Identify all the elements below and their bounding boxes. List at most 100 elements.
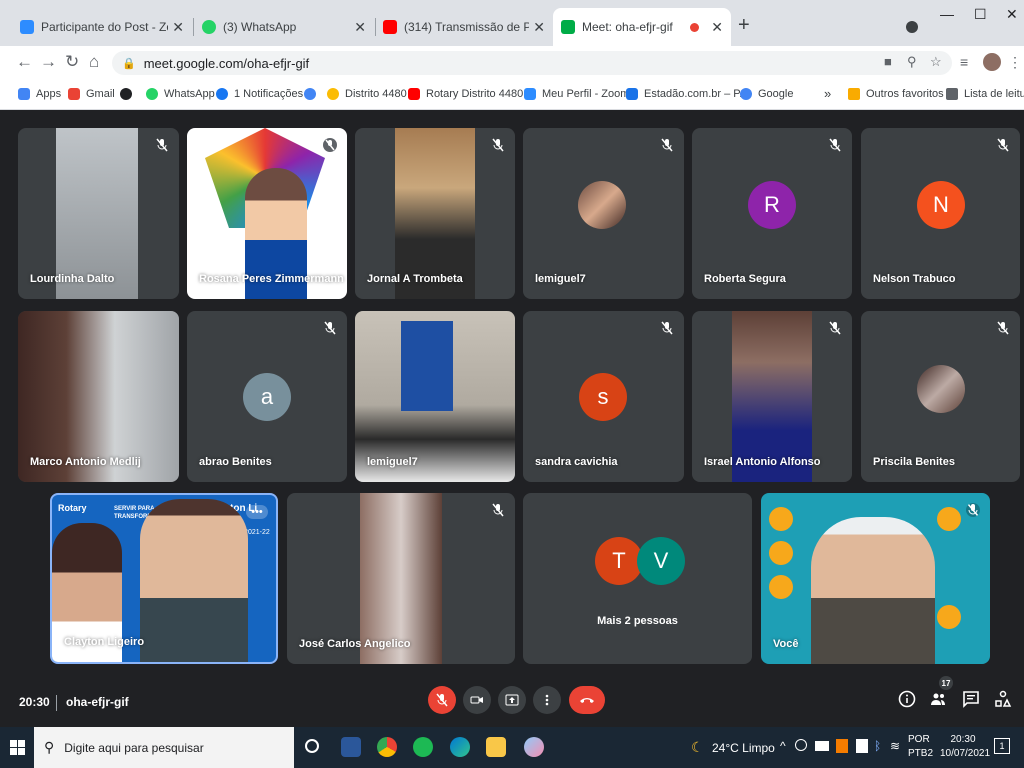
- tab-close-icon[interactable]: ✕: [533, 19, 545, 36]
- participant-tile[interactable]: Rosana Peres Zimmermann: [187, 128, 347, 299]
- tab-zoom[interactable]: Participante do Post - Zoom ✕: [12, 8, 192, 46]
- tab-youtube[interactable]: (314) Transmissão de Posse Rotar ✕: [375, 8, 553, 46]
- forward-icon[interactable]: →: [40, 52, 57, 72]
- leave-call-button[interactable]: [569, 686, 605, 714]
- participant-name: Roberta Segura: [704, 273, 786, 285]
- camera-toggle-button[interactable]: [463, 686, 491, 714]
- edge-icon[interactable]: [450, 737, 470, 757]
- participant-tile[interactable]: Israel Antonio Alfonso: [692, 311, 852, 482]
- zoom-magnifier-icon[interactable]: ⚲: [907, 54, 917, 70]
- notification-center-button[interactable]: 1: [994, 738, 1010, 754]
- bookmark-gmail[interactable]: Gmail: [68, 88, 115, 100]
- new-tab-button[interactable]: +: [738, 14, 750, 37]
- profile-avatar[interactable]: [983, 53, 1001, 71]
- language-indicator[interactable]: POR PTB2: [908, 733, 933, 761]
- mic-off-icon: [324, 321, 336, 335]
- bookmark-label: Google: [758, 88, 794, 100]
- more-options-button[interactable]: [533, 686, 561, 714]
- browser-menu-icon[interactable]: ⋮: [1008, 54, 1022, 71]
- paint-icon[interactable]: [524, 737, 544, 757]
- wifi-icon[interactable]: ≋: [890, 739, 900, 753]
- participant-tile[interactable]: José Carlos Angelico: [287, 493, 515, 664]
- close-window-icon[interactable]: ✕: [1006, 6, 1018, 23]
- rotary-wheel-icon: [769, 541, 793, 565]
- participant-tile[interactable]: lemiguel7: [523, 128, 684, 299]
- tab-close-icon[interactable]: ✕: [172, 19, 184, 36]
- mic-off-icon: [661, 138, 673, 152]
- more-people-tile[interactable]: T V Mais 2 pessoas: [523, 493, 752, 664]
- network-icon[interactable]: [856, 739, 868, 753]
- weather-text[interactable]: 24°C Limpo: [712, 741, 775, 755]
- file-explorer-icon[interactable]: [486, 737, 506, 757]
- tab-close-icon[interactable]: ✕: [354, 19, 366, 36]
- meet-icon: [561, 20, 575, 34]
- battery-icon[interactable]: [815, 741, 829, 751]
- mic-toggle-button[interactable]: [428, 686, 456, 714]
- bookmark-label: Estadão.com.br – P...: [644, 88, 749, 100]
- windows-start-icon[interactable]: [10, 740, 25, 755]
- mic-off-icon: [829, 138, 841, 152]
- tab-meet[interactable]: Meet: oha-efjr-gif ✕: [553, 8, 731, 46]
- bookmark-whatsapp[interactable]: WhatsApp: [146, 88, 215, 100]
- bookmark-facebook[interactable]: 1 Notificações: [216, 88, 303, 100]
- minimize-icon[interactable]: —: [940, 6, 954, 22]
- activities-icon[interactable]: [994, 690, 1012, 708]
- participant-tile[interactable]: R Roberta Segura: [692, 128, 852, 299]
- word-icon[interactable]: [341, 737, 361, 757]
- taskbar-clock[interactable]: 20:30 10/07/2021: [940, 733, 990, 761]
- tray-app-icon[interactable]: [795, 739, 807, 751]
- self-view-tile[interactable]: Você: [761, 493, 990, 664]
- tab-whatsapp[interactable]: (3) WhatsApp ✕: [194, 8, 374, 46]
- maximize-icon[interactable]: ☐: [974, 6, 987, 23]
- taskbar-search-box[interactable]: ⚲ Digite aqui para pesquisar: [34, 727, 294, 768]
- reading-list-icon[interactable]: ≡: [960, 54, 968, 70]
- tab-search-icon[interactable]: [906, 21, 918, 33]
- bookmark-rotary-youtube[interactable]: Rotary Distrito 4480...: [408, 88, 532, 100]
- bookmark-globe[interactable]: [120, 88, 138, 100]
- home-icon[interactable]: ⌂: [89, 52, 99, 72]
- zoom-icon: [524, 88, 536, 100]
- present-screen-button[interactable]: [498, 686, 526, 714]
- bluetooth-icon[interactable]: ᛒ: [874, 739, 881, 753]
- participant-avatar: [578, 181, 626, 229]
- participant-tile[interactable]: lemiguel7: [355, 311, 515, 482]
- participant-name: lemiguel7: [367, 456, 418, 468]
- chrome-icon[interactable]: [377, 737, 397, 757]
- mic-off-icon: [966, 503, 980, 517]
- bookmark-other-favorites[interactable]: Outros favoritos: [848, 88, 944, 100]
- spotify-icon[interactable]: [413, 737, 433, 757]
- bookmarks-overflow-button[interactable]: »: [824, 86, 831, 101]
- chat-icon[interactable]: [962, 690, 980, 708]
- participant-tile[interactable]: s sandra cavichia: [523, 311, 684, 482]
- participant-tile[interactable]: Marco Antonio Medlij: [18, 311, 179, 482]
- bookmark-google-g[interactable]: [304, 88, 322, 100]
- bookmark-google[interactable]: Google: [740, 88, 793, 100]
- more-options-icon[interactable]: •••: [246, 505, 268, 519]
- participant-tile[interactable]: Priscila Benites: [861, 311, 1020, 482]
- bookmark-reading-list[interactable]: Lista de leitura: [946, 88, 1024, 100]
- task-view-icon[interactable]: [305, 739, 319, 753]
- bookmark-distrito[interactable]: Distrito 4480: [327, 88, 407, 100]
- meeting-time: 20:30: [19, 695, 50, 709]
- participant-tile[interactable]: Lourdinha Dalto: [18, 128, 179, 299]
- bookmark-zoom[interactable]: Meu Perfil - Zoom: [524, 88, 629, 100]
- camera-indicator-icon[interactable]: ■: [884, 54, 892, 69]
- participant-tile[interactable]: a abrao Benites: [187, 311, 347, 482]
- participant-tile-active-speaker[interactable]: Rotary SERVIR PARATRANSFORMAR VIDAS ton …: [50, 493, 278, 664]
- meeting-details-icon[interactable]: [898, 690, 916, 708]
- people-icon[interactable]: [929, 690, 947, 708]
- participant-tile[interactable]: N Nelson Trabuco: [861, 128, 1020, 299]
- participant-tile[interactable]: Jornal A Trombeta: [355, 128, 515, 299]
- bookmark-label: Gmail: [86, 88, 115, 100]
- bookmark-apps[interactable]: Apps: [18, 88, 61, 100]
- bookmark-estadao[interactable]: Estadão.com.br – P...: [626, 88, 748, 100]
- address-bar[interactable]: 🔒 meet.google.com/oha-efjr-gif: [112, 51, 952, 75]
- keyboard-layout: PTB2: [908, 748, 934, 759]
- reload-icon[interactable]: ↻: [65, 52, 79, 72]
- tray-app-icon[interactable]: [836, 739, 848, 753]
- weather-moon-icon: ☾: [691, 739, 704, 755]
- bookmark-star-icon[interactable]: ☆: [930, 54, 942, 70]
- back-icon[interactable]: ←: [16, 52, 33, 72]
- tray-overflow-icon[interactable]: ^: [780, 739, 786, 753]
- tab-close-icon[interactable]: ✕: [711, 19, 723, 36]
